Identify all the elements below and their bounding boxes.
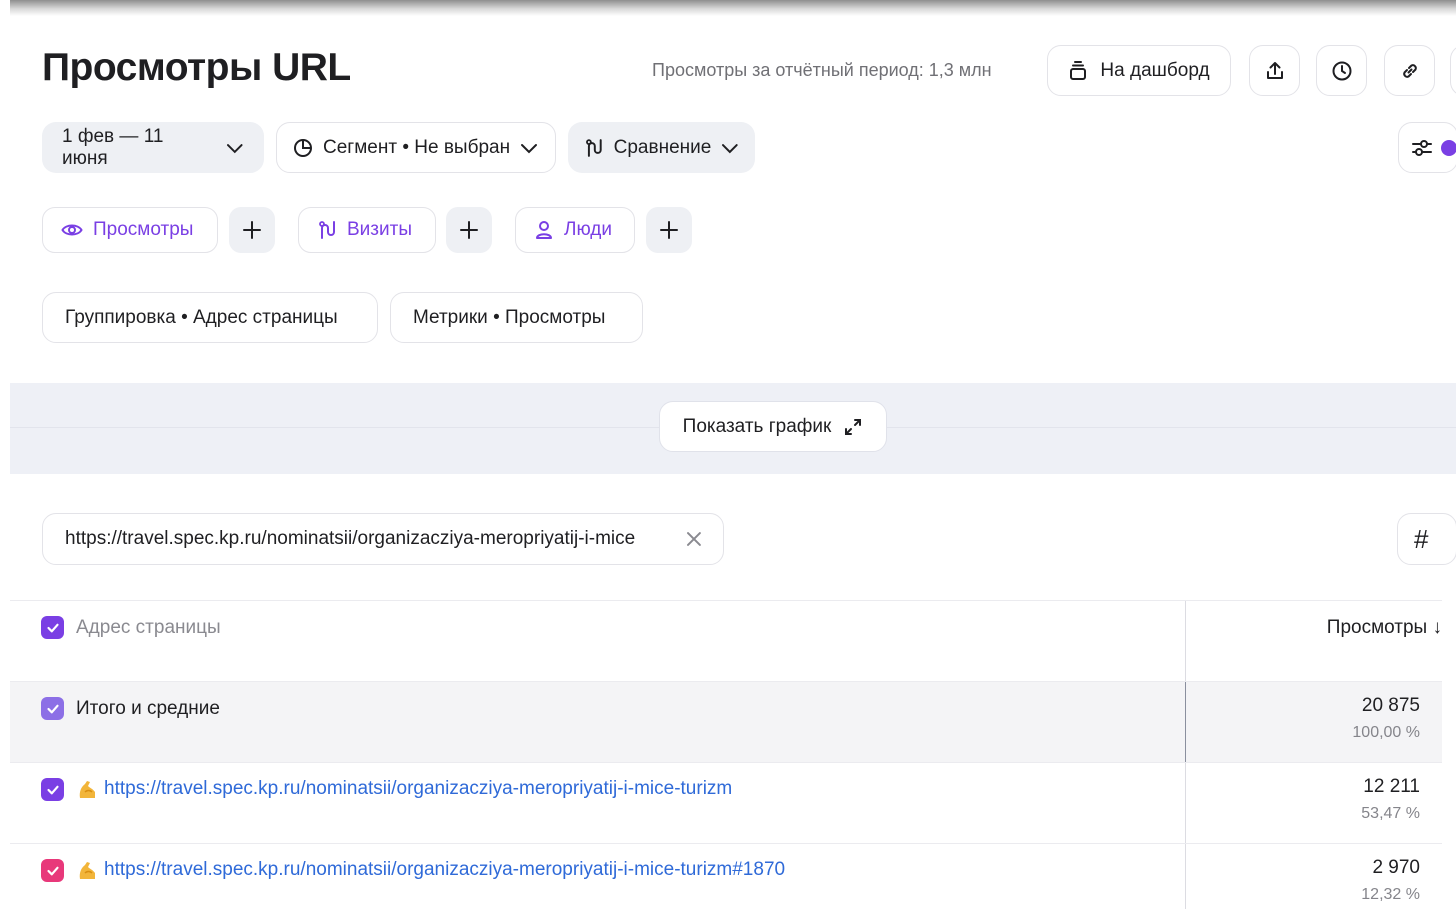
- row-url-text: https://travel.spec.kp.ru/nominatsii/org…: [104, 778, 733, 799]
- total-label: Итого и средние: [76, 698, 220, 719]
- total-value: 20 875: [1361, 695, 1420, 716]
- plus-icon: [460, 221, 478, 239]
- row-percent: 53,47 %: [1361, 805, 1420, 822]
- header-checkbox[interactable]: [41, 616, 64, 639]
- page-title: Просмотры URL: [42, 46, 351, 89]
- settings-badge: [1441, 139, 1456, 156]
- row-percent: 12,32 %: [1361, 886, 1420, 903]
- metrics-label: Метрики • Просмотры: [413, 306, 606, 328]
- window-shadow: [10, 0, 1456, 16]
- check-icon: [46, 704, 59, 713]
- row-checkbox[interactable]: [41, 778, 64, 801]
- chevron-down-icon: [521, 143, 538, 153]
- metric-people-label: Люди: [564, 219, 613, 240]
- upload-icon: [1266, 61, 1283, 79]
- row-url-text: https://travel.spec.kp.ru/nominatsii/org…: [104, 859, 786, 880]
- clock-icon: [1332, 61, 1351, 80]
- row-value: 2 970: [1372, 857, 1420, 878]
- url-filter-field[interactable]: https://travel.spec.kp.ru/nominatsii/org…: [42, 513, 724, 565]
- url-filter-value: https://travel.spec.kp.ru/nominatsii/org…: [65, 528, 636, 549]
- add-people-metric-button[interactable]: [646, 207, 692, 253]
- check-icon: [46, 785, 59, 794]
- table-header-row: Адрес страницы Просмотры ↓: [10, 600, 1442, 681]
- metric-visits-label: Визиты: [347, 219, 412, 240]
- hash-button[interactable]: #: [1397, 513, 1456, 565]
- history-button[interactable]: [1316, 45, 1367, 96]
- add-visits-metric-button[interactable]: [446, 207, 492, 253]
- flexed-arm-icon: [79, 781, 95, 798]
- check-icon: [46, 623, 59, 632]
- more-button[interactable]: [1450, 45, 1456, 96]
- close-icon[interactable]: [685, 530, 703, 548]
- total-row: Итого и средние 20 875 100,00 %: [10, 681, 1442, 762]
- report-page: Просмотры URL Просмотры за отчётный пери…: [10, 16, 1456, 909]
- row-value-cell: 2 970 12,32 %: [1361, 857, 1420, 904]
- copy-link-button[interactable]: [1384, 45, 1435, 96]
- plus-icon: [243, 221, 261, 239]
- grouping-label: Группировка • Адрес страницы: [65, 306, 338, 328]
- person-icon: [536, 221, 552, 239]
- plus-icon: [660, 221, 678, 239]
- visits-icon: [319, 221, 335, 239]
- settings-button[interactable]: [1398, 122, 1456, 173]
- check-icon: [46, 866, 59, 875]
- comparison-select[interactable]: Сравнение: [568, 122, 755, 173]
- chevron-down-icon: [722, 143, 739, 153]
- total-percent: 100,00 %: [1352, 724, 1420, 741]
- metric-visits-chip[interactable]: Визиты: [298, 207, 436, 253]
- table-row: https://travel.spec.kp.ru/nominatsii/org…: [10, 762, 1442, 843]
- total-value-cell: 20 875 100,00 %: [1352, 695, 1420, 742]
- column-divider: [1185, 844, 1186, 909]
- dashboard-label: На дашборд: [1100, 59, 1210, 81]
- column-divider: [1185, 763, 1186, 843]
- comparison-label: Сравнение: [613, 136, 712, 158]
- chart-panel: Показать график: [10, 383, 1456, 474]
- add-to-dashboard-button[interactable]: На дашборд: [1047, 45, 1231, 96]
- row-url-link[interactable]: https://travel.spec.kp.ru/nominatsii/org…: [76, 859, 785, 881]
- sliders-icon: [1412, 139, 1432, 156]
- segment-select[interactable]: Сегмент • Не выбран: [276, 122, 556, 173]
- report-table: Адрес страницы Просмотры ↓ Итого и средн…: [10, 600, 1456, 909]
- metric-views-label: Просмотры: [93, 219, 194, 240]
- row-checkbox[interactable]: [41, 859, 64, 882]
- date-range-label: 1 фев — 11 июня: [62, 125, 164, 169]
- add-views-metric-button[interactable]: [229, 207, 275, 253]
- metric-people-chip[interactable]: Люди: [515, 207, 635, 253]
- eye-icon: [61, 224, 83, 236]
- total-checkbox[interactable]: [41, 697, 64, 720]
- segment-label: Сегмент • Не выбран: [323, 136, 511, 158]
- flexed-arm-icon: [79, 862, 95, 879]
- metrics-button[interactable]: Метрики • Просмотры: [390, 292, 643, 343]
- grouping-button[interactable]: Группировка • Адрес страницы: [42, 292, 378, 343]
- show-chart-label: Показать график: [682, 415, 832, 437]
- row-value: 12 211: [1363, 776, 1420, 797]
- chevron-down-icon: [227, 143, 244, 153]
- dimension-column-header[interactable]: Адрес страницы: [76, 617, 221, 639]
- row-value-cell: 12 211 53,47 %: [1361, 776, 1420, 823]
- period-summary: Просмотры за отчётный период: 1,3 млн: [652, 60, 992, 80]
- hash-icon: #: [1414, 523, 1429, 554]
- column-divider: [1185, 682, 1186, 762]
- views-column-header[interactable]: Просмотры ↓: [1327, 617, 1442, 639]
- expand-icon: [845, 418, 862, 435]
- compare-icon: [586, 138, 602, 157]
- metric-views-chip[interactable]: Просмотры: [42, 207, 218, 253]
- row-url-link[interactable]: https://travel.spec.kp.ru/nominatsii/org…: [76, 778, 732, 800]
- column-divider: [1185, 601, 1186, 681]
- show-chart-button[interactable]: Показать график: [659, 401, 887, 452]
- export-button[interactable]: [1249, 45, 1300, 96]
- table-row: https://travel.spec.kp.ru/nominatsii/org…: [10, 843, 1442, 909]
- dashboard-icon: [1070, 60, 1087, 80]
- date-range-select[interactable]: 1 фев — 11 июня: [42, 122, 264, 173]
- pie-chart-icon: [294, 138, 312, 157]
- link-icon: [1402, 63, 1417, 78]
